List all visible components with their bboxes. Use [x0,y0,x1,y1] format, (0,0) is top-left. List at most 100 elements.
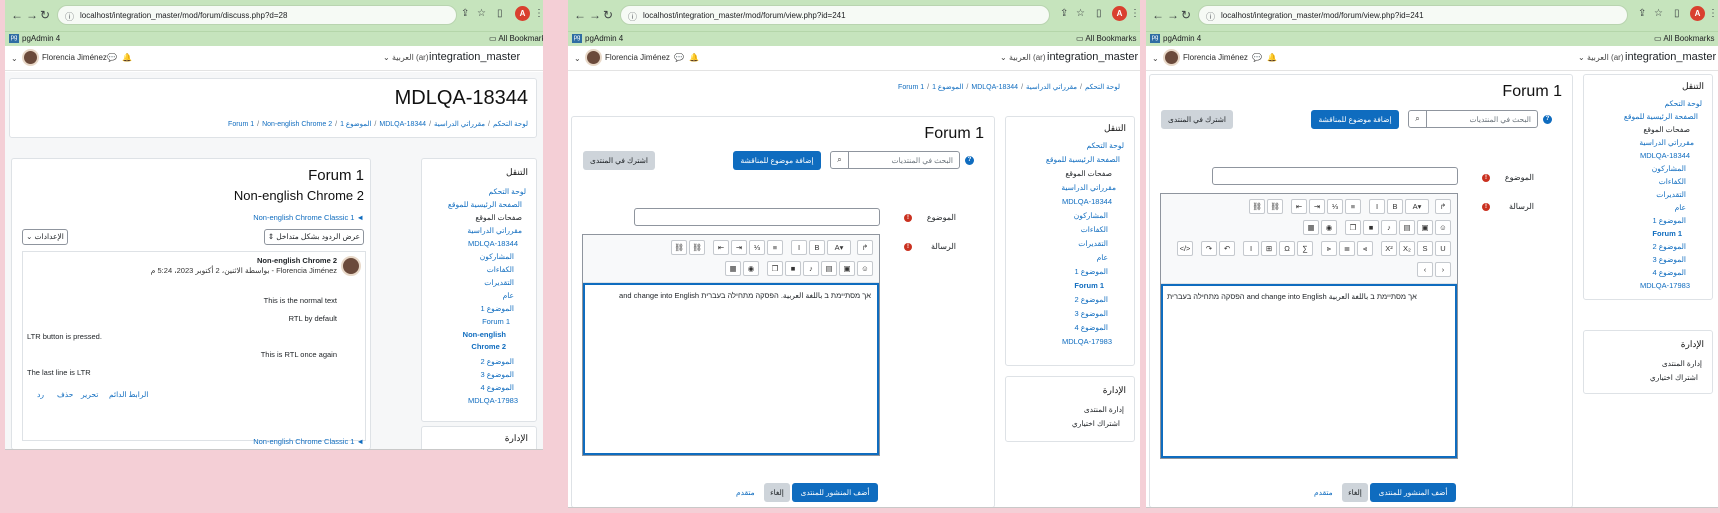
all-bookmarks[interactable]: ▭ All Bookmarks [1654,34,1714,43]
search-icon[interactable]: ⌕ [831,152,849,168]
subscribe-button[interactable]: اشترك في المنتدى [1161,110,1233,129]
site-info-icon[interactable]: ⓘ [628,10,637,23]
back-icon[interactable]: ← [574,8,586,22]
profile-avatar[interactable]: A [1690,6,1705,21]
nav-topic-2[interactable]: الموضوع 2 [1652,242,1686,251]
paragraph-direction-icon[interactable]: ↱ [857,240,873,255]
nav-topic-3[interactable]: الموضوع 3 [1652,255,1686,264]
crumb-my-courses[interactable]: مقرراتي الدراسية [434,121,485,128]
site-name[interactable]: integration_master [1625,51,1716,63]
user-menu-chevron-icon[interactable]: ⌄ [1152,54,1159,63]
nav-participants[interactable]: المشاركون [480,252,514,261]
italic-icon[interactable]: I [1369,199,1385,214]
nav-other-course[interactable]: MDLQA-17983 [1640,281,1690,290]
outdent-icon[interactable]: ⇤ [713,240,729,255]
nav-topic-3[interactable]: الموضوع 3 [1074,309,1108,318]
media-icon[interactable]: ▤ [821,261,837,276]
emoji-icon[interactable]: ☺ [1435,220,1451,235]
unlink-icon[interactable]: ⛓ [1249,199,1265,214]
nav-participants[interactable]: المشاركون [1074,211,1108,220]
sidepanel-icon[interactable]: ▯ [1096,8,1102,19]
nav-course[interactable]: MDLQA-18344 [1062,197,1112,206]
language-menu[interactable]: ⌄ العربية (ar) [1578,53,1623,62]
bookmark-pgadmin[interactable]: pg pgAdmin 4 [9,34,60,44]
url-box[interactable]: ⓘ localhost/integration_master/mod/forum… [1198,5,1628,25]
user-avatar[interactable] [585,49,602,66]
notifications-icon[interactable]: 🔔 [122,53,132,62]
crumb-course[interactable]: MDLQA-18344 [971,84,1018,91]
align-center-icon[interactable]: ≣ [1339,241,1355,256]
special-char-icon[interactable]: Ω [1279,241,1295,256]
toolbar-prev-icon[interactable]: ‹ [1417,262,1433,277]
url-box[interactable]: ⓘ localhost/integration_master/mod/forum… [57,5,457,25]
user-name[interactable]: Florencia Jiménez [42,53,107,62]
user-name[interactable]: Florencia Jiménez [1183,53,1248,62]
nav-site-pages[interactable]: صفحات الموقع [475,213,522,222]
nav-discussion-a[interactable]: Non-english [463,330,506,339]
message-editor[interactable]: ↱ A▾ B I ≡ ⅓ ⇥ ⇤ ⛓ ⛓ ☺ ▣ ▤ ♪ ■ ❐ ◉ [1160,193,1458,459]
user-menu-chevron-icon[interactable]: ⌄ [11,54,18,63]
nav-dashboard[interactable]: لوحة التحكم [488,187,526,196]
user-name[interactable]: Florencia Jiménez [605,53,670,62]
delete-link[interactable]: حذف [57,390,73,399]
manage-files-icon[interactable]: ❐ [1345,220,1361,235]
link-icon[interactable]: ⛓ [1267,199,1283,214]
bold-icon[interactable]: B [809,240,825,255]
url-box[interactable]: ⓘ localhost/integration_master/mod/forum… [620,5,1050,25]
all-bookmarks[interactable]: ▭ All Bookmarks [1076,34,1136,43]
bold-icon[interactable]: B [1387,199,1403,214]
admin-forum-admin[interactable]: إدارة المنتدى [1662,359,1702,368]
numbered-list-icon[interactable]: ⅓ [749,240,765,255]
equation-icon[interactable]: ∑ [1297,241,1313,256]
message-editor[interactable]: ↱ A▾ B I ≡ ⅓ ⇥ ⇤ ⛓ ⛓ ☺ ▣ ▤ ♪ ■ ❐ ◉ [582,234,880,456]
align-left-icon[interactable]: ⫷ [1357,241,1373,256]
redo-icon[interactable]: ↷ [1201,241,1217,256]
forward-icon[interactable]: → [589,8,601,22]
nav-my-courses[interactable]: مقرراتي الدراسية [1061,183,1116,192]
nav-my-courses[interactable]: مقرراتي الدراسية [1639,138,1694,147]
subscribe-button[interactable]: اشترك في المنتدى [583,151,655,170]
manage-files-icon[interactable]: ❐ [767,261,783,276]
indent-icon[interactable]: ⇥ [1309,199,1325,214]
nav-participants[interactable]: المشاركون [1652,164,1686,173]
nav-competencies[interactable]: الكفاءات [487,265,514,274]
align-right-icon[interactable]: ⫸ [1321,241,1337,256]
admin-optional-subscription[interactable]: اشتراك اختياري [1072,419,1120,428]
post-to-forum-button[interactable]: أضف المنشور للمنتدى [792,483,878,502]
menu-icon[interactable]: ⋮ [1130,8,1140,19]
bookmark-pgadmin[interactable]: pg pgAdmin 4 [1150,34,1201,44]
underline-icon[interactable]: U [1435,241,1451,256]
crumb-my-courses[interactable]: مقرراتي الدراسية [1026,84,1077,91]
back-icon[interactable]: ← [11,8,23,22]
nav-general[interactable]: عام [1097,253,1108,262]
all-bookmarks[interactable]: ▭ All Bookmarks [489,34,543,43]
admin-forum-admin[interactable]: إدارة المنتدى [1084,405,1124,414]
editor-content[interactable]: אך מסתיימת ב باللغة العربية. הפסקה מתחיל… [583,283,879,455]
sidepanel-icon[interactable]: ▯ [1674,8,1680,19]
record-video-icon[interactable]: ■ [1363,220,1379,235]
nav-grades[interactable]: التقديرات [484,278,514,287]
font-size-icon[interactable]: A▾ [827,240,851,255]
nav-other-course[interactable]: MDLQA-17983 [1062,337,1112,346]
search-icon[interactable]: ⌕ [1409,111,1427,127]
nav-site-home[interactable]: الصفحة الرئيسية للموقع [1624,112,1698,121]
editor-content[interactable]: אך מסתיימת ב باللغة العربية and change i… [1161,284,1457,458]
site-info-icon[interactable]: ⓘ [65,10,74,23]
nav-course[interactable]: MDLQA-18344 [1640,151,1690,160]
table-icon[interactable]: ⊞ [1261,241,1277,256]
menu-icon[interactable]: ⋮ [534,8,543,19]
site-name[interactable]: integration_master [1047,51,1138,63]
nav-my-courses[interactable]: مقرراتي الدراسية [467,226,522,235]
star-icon[interactable]: ☆ [1076,8,1085,19]
share-icon[interactable]: ⇪ [461,8,469,19]
crumb-topic[interactable]: الموضوع 1 [340,121,371,128]
nav-forum-1[interactable]: Forum 1 [482,317,510,326]
nav-topic-4[interactable]: الموضوع 4 [1074,323,1108,332]
nav-grades[interactable]: التقديرات [1656,190,1686,199]
advanced-link[interactable]: متقدم [736,488,755,497]
crumb-discussion[interactable]: Non-english Chrome 2 [262,121,332,128]
messages-icon[interactable]: 💬 [674,53,684,62]
prev-discussion-link[interactable]: Non-english Chrome Classic 1 ◄ [253,213,364,222]
advanced-link[interactable]: متقدم [1314,488,1333,497]
nav-competencies[interactable]: الكفاءات [1659,177,1686,186]
